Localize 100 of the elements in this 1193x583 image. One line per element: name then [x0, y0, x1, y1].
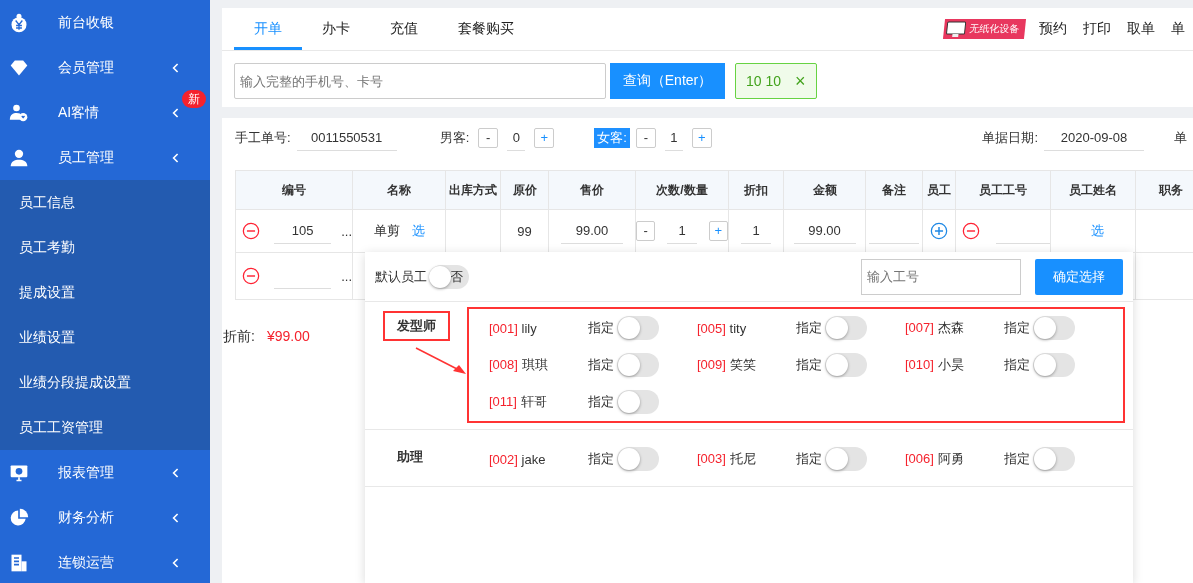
minus-button[interactable]: - [635, 128, 656, 148]
menu-icon [9, 552, 29, 573]
default-staff-switch[interactable]: 否 [429, 264, 469, 289]
submenu-item[interactable]: 业绩设置 [0, 315, 210, 360]
assign-switch[interactable] [617, 390, 659, 414]
tab[interactable]: 套餐购买 [438, 8, 534, 50]
field-label: 单据日期: [982, 129, 1038, 147]
header-link[interactable]: 取单 [1127, 20, 1155, 38]
assign-switch[interactable] [825, 353, 867, 377]
staff-name: [002] jake [489, 451, 547, 467]
assign-label: 指定 [796, 450, 822, 468]
header-link[interactable]: 预约 [1039, 20, 1067, 38]
date-field[interactable]: 2020-09-08 [1044, 125, 1144, 151]
header-link[interactable]: 单 [1171, 20, 1185, 38]
group-label: 助理 [396, 448, 424, 466]
group-label: 发型师 [383, 311, 450, 341]
column-header: 员工 [923, 171, 956, 209]
chevron-icon [172, 511, 180, 524]
submenu-item[interactable]: 业绩分段提成设置 [0, 360, 210, 405]
assign-switch[interactable] [617, 447, 659, 471]
price-field[interactable]: 99.00 [561, 218, 623, 244]
column-header: 编号 [236, 171, 353, 209]
pick-link[interactable]: 选 [1090, 222, 1104, 240]
tab[interactable]: 办卡 [302, 8, 370, 50]
submenu-item[interactable]: 提成设置 [0, 270, 210, 315]
menu-icon [9, 147, 29, 168]
staff-number-input[interactable]: 输入工号 [861, 258, 1021, 295]
assign-switch[interactable] [1033, 316, 1075, 340]
discount-field[interactable]: 1 [741, 218, 771, 244]
column-header: 金额 [784, 171, 866, 209]
menu-label: 员工管理 [58, 148, 114, 167]
assign-label: 指定 [1004, 450, 1030, 468]
submenu-item[interactable]: 员工工资管理 [0, 405, 210, 450]
sidebar-item[interactable]: 员工管理 [0, 135, 210, 180]
column-header: 职务 [1136, 171, 1193, 209]
staff-name: [009] 笑笑 [697, 356, 757, 374]
staff-name: [011] 轩哥 [489, 393, 548, 411]
remove-icon[interactable] [242, 267, 260, 285]
assign-switch[interactable] [1033, 353, 1075, 377]
guest-label: 女客: [594, 128, 630, 148]
assign-switch[interactable] [1033, 447, 1075, 471]
pick-link[interactable]: 选 [411, 222, 425, 240]
assign-label: 指定 [1004, 319, 1030, 337]
code-field[interactable]: 105 [274, 218, 332, 244]
header-link[interactable]: 打印 [1083, 20, 1111, 38]
column-header: 原价 [501, 171, 549, 209]
staff-name: [001] lily [489, 320, 538, 336]
staff-name: [010] 小昊 [905, 356, 965, 374]
column-header: 出库方式 [446, 171, 501, 209]
amount-field[interactable]: 99.00 [793, 218, 856, 244]
manual-number-field[interactable]: 0011550531 [296, 125, 397, 151]
more-button[interactable]: ... [341, 223, 352, 239]
menu-label: 连锁运营 [58, 553, 114, 572]
assign-switch[interactable] [617, 316, 659, 340]
tab[interactable]: 开单 [234, 8, 302, 50]
menu-icon [9, 507, 29, 528]
chevron-icon [172, 466, 180, 479]
column-header: 备注 [866, 171, 923, 209]
sidebar-item[interactable]: AI客情 新 [0, 90, 210, 135]
assign-switch[interactable] [825, 447, 867, 471]
column-header: 售价 [549, 171, 636, 209]
submenu-item[interactable]: 员工考勤 [0, 225, 210, 270]
column-header: 次数/数量 [636, 171, 729, 209]
staff-name: [006] 阿勇 [905, 450, 965, 468]
sidebar-item[interactable]: 会员管理 [0, 45, 210, 90]
sidebar-item[interactable]: 连锁运营 [0, 540, 210, 583]
sidebar-item[interactable]: 财务分析 [0, 495, 210, 540]
chevron-icon [172, 556, 180, 569]
assign-label: 指定 [796, 319, 822, 337]
staff-name: [007] 杰森 [905, 319, 965, 337]
submenu-item[interactable]: 员工信息 [0, 180, 210, 225]
summary-amount: ¥99.00 [266, 328, 310, 346]
assign-switch[interactable] [825, 316, 867, 340]
column-header: 员工工号 [956, 171, 1051, 209]
more-button[interactable]: ... [341, 268, 352, 284]
sidebar-item[interactable]: 报表管理 [0, 450, 210, 495]
guest-count[interactable]: 0 [507, 125, 526, 151]
quantity-field[interactable]: 1 [667, 218, 697, 244]
guest-count[interactable]: 1 [664, 125, 683, 151]
tab[interactable]: 充值 [370, 8, 438, 50]
search-field[interactable]: 输入完整的手机号、卡号 [234, 63, 606, 99]
chevron-icon [172, 151, 180, 164]
sidebar-item[interactable]: 前台收银 [0, 0, 210, 45]
add-icon[interactable] [930, 222, 948, 240]
minus-button[interactable]: - [478, 128, 499, 148]
column-header: 名称 [353, 171, 446, 209]
menu-label: 会员管理 [58, 58, 114, 77]
assign-switch[interactable] [617, 353, 659, 377]
default-staff-label: 默认员工 [375, 267, 427, 286]
promo-banner[interactable]: 无纸化设备 [942, 19, 1027, 39]
minus-button[interactable]: - [636, 221, 656, 241]
menu-label: 报表管理 [58, 463, 114, 482]
remove-icon[interactable] [242, 222, 260, 240]
remove-icon[interactable] [962, 222, 980, 240]
menu-label: AI客情 [58, 103, 100, 122]
assign-label: 指定 [588, 450, 614, 468]
menu-label: 前台收银 [58, 13, 114, 32]
customer-name: 10 10 [746, 73, 782, 89]
table-cell: 99 [517, 223, 532, 239]
staff-name: [005] tity [697, 320, 748, 336]
